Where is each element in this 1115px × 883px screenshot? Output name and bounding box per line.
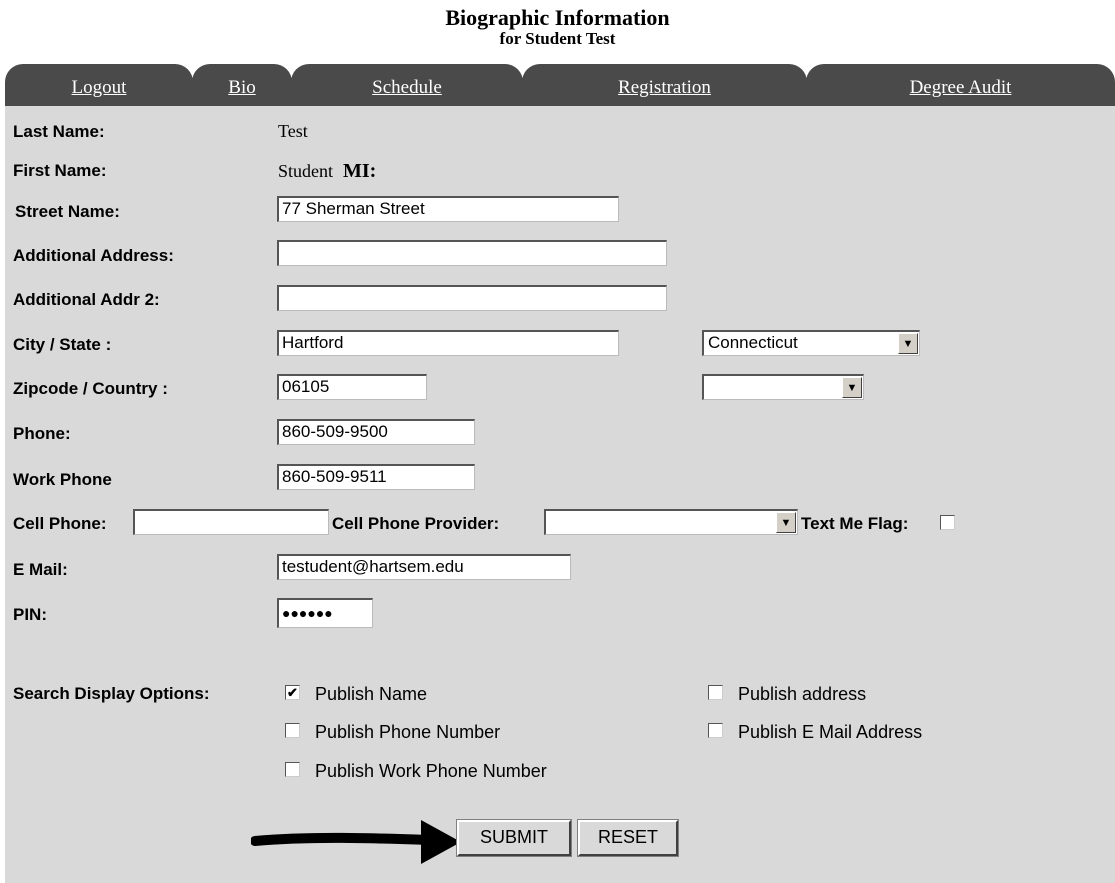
publish-work-phone-checkbox[interactable] <box>285 762 300 777</box>
cell-phone-label: Cell Phone: <box>13 514 107 533</box>
mi-label: MI: <box>343 160 377 182</box>
street-name-label: Street Name: <box>15 202 120 221</box>
publish-name-label: Publish Name <box>315 684 428 704</box>
first-name-label: First Name: <box>13 161 107 180</box>
city-input[interactable]: Hartford <box>277 330 619 356</box>
cell-provider-label: Cell Phone Provider: <box>332 514 500 533</box>
country-select[interactable]: ▼ <box>702 374 864 400</box>
cell-provider-select[interactable]: ▼ <box>544 509 798 535</box>
page-title: Biographic Information <box>445 5 670 30</box>
publish-phone-label: Publish Phone Number <box>315 722 501 742</box>
page-subtitle: for Student Test <box>499 29 616 48</box>
zipcode-input[interactable]: 06105 <box>277 374 427 400</box>
text-me-flag-label: Text Me Flag: <box>801 514 909 533</box>
tab-bio[interactable]: Bio <box>192 64 292 106</box>
submit-button[interactable]: SUBMIT <box>456 819 572 857</box>
additional-address-2-input[interactable] <box>277 285 667 311</box>
additional-address-2-label: Additional Addr 2: <box>13 290 160 309</box>
work-phone-input[interactable]: 860-509-9511 <box>277 464 475 490</box>
publish-address-checkbox[interactable] <box>708 685 723 700</box>
publish-address-label: Publish address <box>738 684 867 704</box>
tab-registration[interactable]: Registration <box>522 64 807 106</box>
additional-address-label: Additional Address: <box>13 246 174 265</box>
chevron-down-icon[interactable]: ▼ <box>898 333 918 354</box>
work-phone-label: Work Phone <box>13 470 112 489</box>
city-state-label: City / State : <box>13 335 112 354</box>
publish-email-label: Publish E Mail Address <box>738 722 923 742</box>
publish-phone-checkbox[interactable] <box>285 723 300 738</box>
chevron-down-icon[interactable]: ▼ <box>842 377 862 398</box>
text-me-flag-checkbox[interactable] <box>940 515 955 530</box>
state-select[interactable]: Connecticut ▼ <box>702 330 920 356</box>
email-input[interactable]: testudent@hartsem.edu <box>277 554 571 580</box>
pin-label: PIN: <box>13 605 47 624</box>
email-label: E Mail: <box>13 560 68 579</box>
last-name-label: Last Name: <box>13 122 105 141</box>
page-header: Biographic Information for Student Test <box>0 6 1115 48</box>
publish-name-checkbox[interactable]: ✔ <box>285 685 300 700</box>
cell-phone-input[interactable] <box>133 509 329 535</box>
first-name-value-row: Student MI: <box>278 160 376 183</box>
pin-input[interactable]: ●●●●●● <box>277 598 373 628</box>
phone-input[interactable]: 860-509-9500 <box>277 419 475 445</box>
street-name-input[interactable]: 77 Sherman Street <box>277 196 619 222</box>
tab-degree-audit[interactable]: Degree Audit <box>806 64 1115 106</box>
tab-logout[interactable]: Logout <box>5 64 193 106</box>
nav-tabs: Logout Bio Schedule Registration Degree … <box>5 64 1115 106</box>
first-name-value: Student <box>278 161 334 181</box>
last-name-value: Test <box>278 121 308 141</box>
phone-label: Phone: <box>13 424 71 443</box>
additional-address-input[interactable] <box>277 240 667 266</box>
publish-work-phone-label: Publish Work Phone Number <box>315 761 547 781</box>
bio-form-panel: Last Name: Test First Name: Student MI: S… <box>5 106 1115 883</box>
right-arrow-icon <box>251 820 461 864</box>
tab-schedule[interactable]: Schedule <box>291 64 523 106</box>
publish-email-checkbox[interactable] <box>708 723 723 738</box>
reset-button[interactable]: RESET <box>577 819 679 857</box>
state-select-value: Connecticut <box>708 333 798 352</box>
chevron-down-icon[interactable]: ▼ <box>776 512 796 533</box>
zip-country-label: Zipcode / Country : <box>13 379 168 398</box>
search-display-options-label: Search Display Options: <box>13 684 210 703</box>
